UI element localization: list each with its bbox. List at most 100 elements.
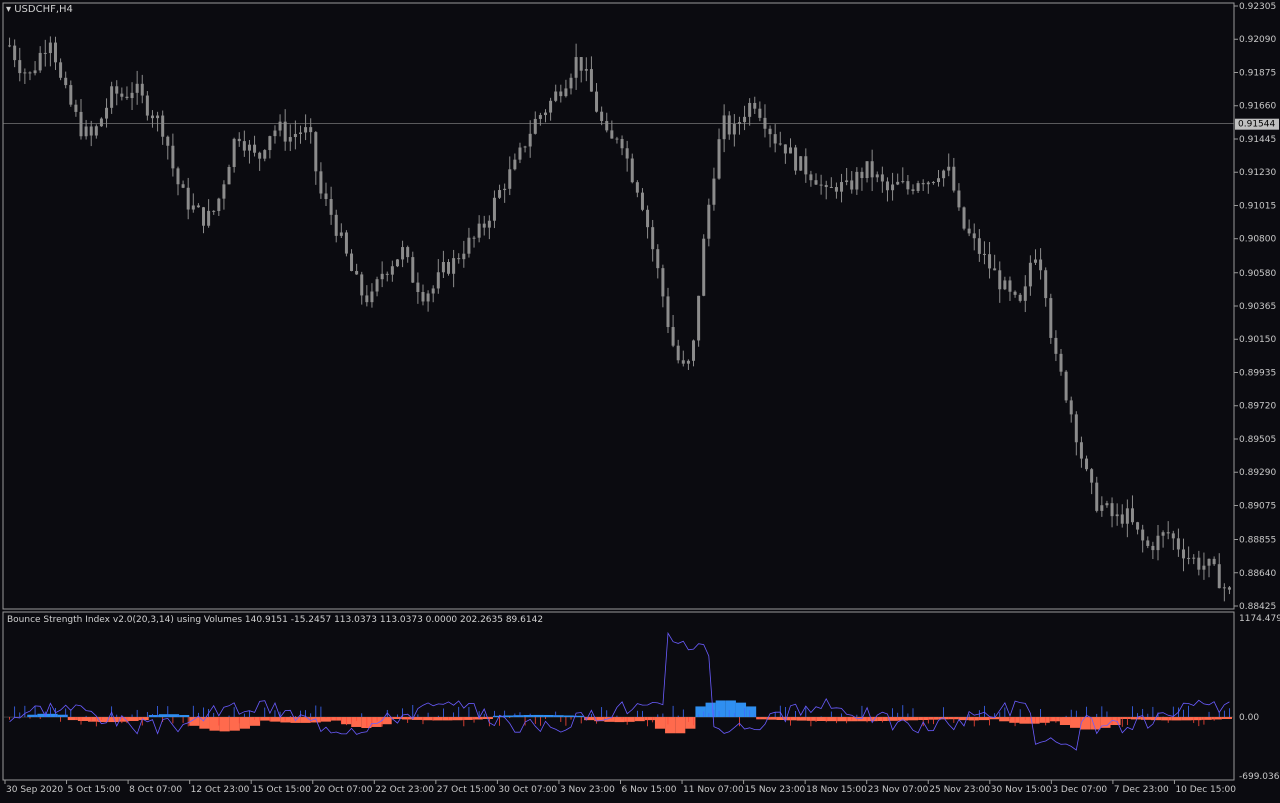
candle-body — [829, 187, 833, 189]
candle-body — [840, 182, 844, 192]
candle-body — [1064, 371, 1068, 401]
chart-root: 0.92305 0.92090 0.91875 0.91660 0.91445 0.912… — [0, 0, 1280, 800]
candle-body — [681, 360, 685, 364]
candle-body — [931, 182, 935, 184]
indicator-panel[interactable] — [2, 611, 1235, 781]
histogram-bar-negative — [1130, 717, 1141, 720]
main-price-panel[interactable] — [2, 2, 1235, 610]
histogram-bar-negative — [837, 717, 848, 722]
time-tick-label: 5 Oct 15:00 — [68, 785, 121, 795]
candle-body — [998, 270, 1002, 290]
candle-body — [1171, 533, 1175, 539]
time-tick-label: 18 Nov 15:00 — [806, 785, 867, 795]
time-tick-label: 8 Oct 07:00 — [129, 785, 182, 795]
candle-body — [845, 180, 849, 183]
histogram-bar-negative — [806, 717, 817, 721]
histogram-bar-negative — [381, 717, 392, 725]
candle-body — [431, 288, 435, 294]
price-tick-label: 0.91875 — [1239, 68, 1276, 78]
candle-body — [1146, 540, 1150, 546]
histogram-bar-negative — [624, 717, 635, 722]
time-tick-label: 3 Dec 07:00 — [1052, 785, 1107, 795]
price-tick-label: 0.91230 — [1239, 168, 1276, 178]
candle-body — [1120, 514, 1124, 524]
candle-body — [549, 100, 553, 113]
histogram-bar-negative — [1059, 717, 1071, 726]
histogram-bar-negative — [452, 717, 463, 721]
candle-body — [1130, 508, 1134, 523]
histogram-bar-positive — [47, 713, 58, 718]
candle-body — [1166, 532, 1170, 534]
dropdown-arrow-icon[interactable]: ▾ — [6, 4, 11, 15]
candle-body — [477, 223, 481, 238]
histogram-bar-negative — [128, 717, 139, 721]
candle-body — [1013, 291, 1017, 295]
candle-body — [1110, 503, 1114, 517]
histogram-bar-negative — [614, 717, 625, 723]
histogram-bar-negative — [229, 717, 240, 731]
candle-body — [467, 237, 471, 254]
candle-body — [589, 69, 593, 92]
histogram-bar-positive — [168, 714, 180, 718]
candle-body — [1028, 262, 1032, 287]
candle-body — [707, 204, 711, 239]
candle-body — [217, 198, 221, 212]
candle-body — [937, 178, 941, 183]
histogram-bar-negative — [300, 717, 311, 723]
candle-body — [232, 138, 236, 167]
candle-body — [222, 184, 226, 199]
candle-body — [661, 268, 665, 297]
candle-body — [625, 148, 629, 159]
histogram-bar-positive — [553, 715, 564, 718]
candle-body — [487, 220, 491, 228]
candle-body — [1100, 505, 1104, 511]
histogram-bar-negative — [1049, 717, 1060, 722]
candle-body — [1115, 514, 1119, 517]
price-tick-label: 0.88425 — [1239, 602, 1276, 612]
candle-body — [156, 115, 160, 119]
candle-body — [543, 112, 547, 116]
time-tick-label: 7 Dec 23:00 — [1114, 785, 1169, 795]
candle-body — [732, 123, 736, 135]
histogram-bar-negative — [77, 717, 88, 721]
candle-body — [921, 183, 925, 185]
candle-body — [43, 52, 47, 54]
candle-body — [783, 144, 787, 154]
time-tick-label: 11 Nov 07:00 — [683, 785, 744, 795]
candle-body — [523, 146, 527, 148]
price-tick-label: 0.90580 — [1239, 269, 1276, 279]
candle-body — [411, 257, 415, 283]
candle-body — [406, 247, 410, 258]
candle-body — [1207, 558, 1211, 566]
candle-body — [809, 174, 813, 181]
chart-canvas[interactable]: 0.92305 0.92090 0.91875 0.91660 0.91445 0.912… — [0, 0, 1280, 800]
candle-body — [263, 150, 267, 159]
candle-body — [651, 227, 655, 250]
candle-body — [584, 69, 588, 71]
candle-body — [482, 223, 486, 228]
candle-body — [666, 296, 670, 328]
candle-body — [773, 134, 777, 144]
candle-body — [23, 72, 27, 74]
candle-body — [202, 207, 206, 226]
candle-body — [646, 209, 650, 228]
candle-body — [1018, 294, 1022, 301]
candle-body — [758, 108, 762, 118]
candle-body — [421, 292, 425, 302]
histogram-bar-negative — [1191, 717, 1202, 721]
candle-body — [1192, 557, 1196, 559]
candle-body — [926, 182, 930, 185]
histogram-bar-negative — [1019, 717, 1030, 724]
candle-body — [1156, 535, 1160, 551]
indicator-title: Bounce Strength Index v2.0(20,3,14) usin… — [7, 615, 544, 625]
histogram-bar-negative — [67, 717, 78, 721]
histogram-bar-negative — [634, 717, 645, 722]
candle-body — [768, 128, 772, 135]
candle-body — [891, 184, 895, 191]
symbol-title[interactable]: ▾ USDCHF,H4 — [6, 4, 73, 15]
candle-body — [1227, 587, 1231, 590]
candle-body — [1079, 442, 1083, 459]
histogram-bar-negative — [908, 717, 919, 721]
candle-body — [1141, 529, 1145, 541]
indicator-axis-label: -699.0369 — [1239, 772, 1280, 782]
